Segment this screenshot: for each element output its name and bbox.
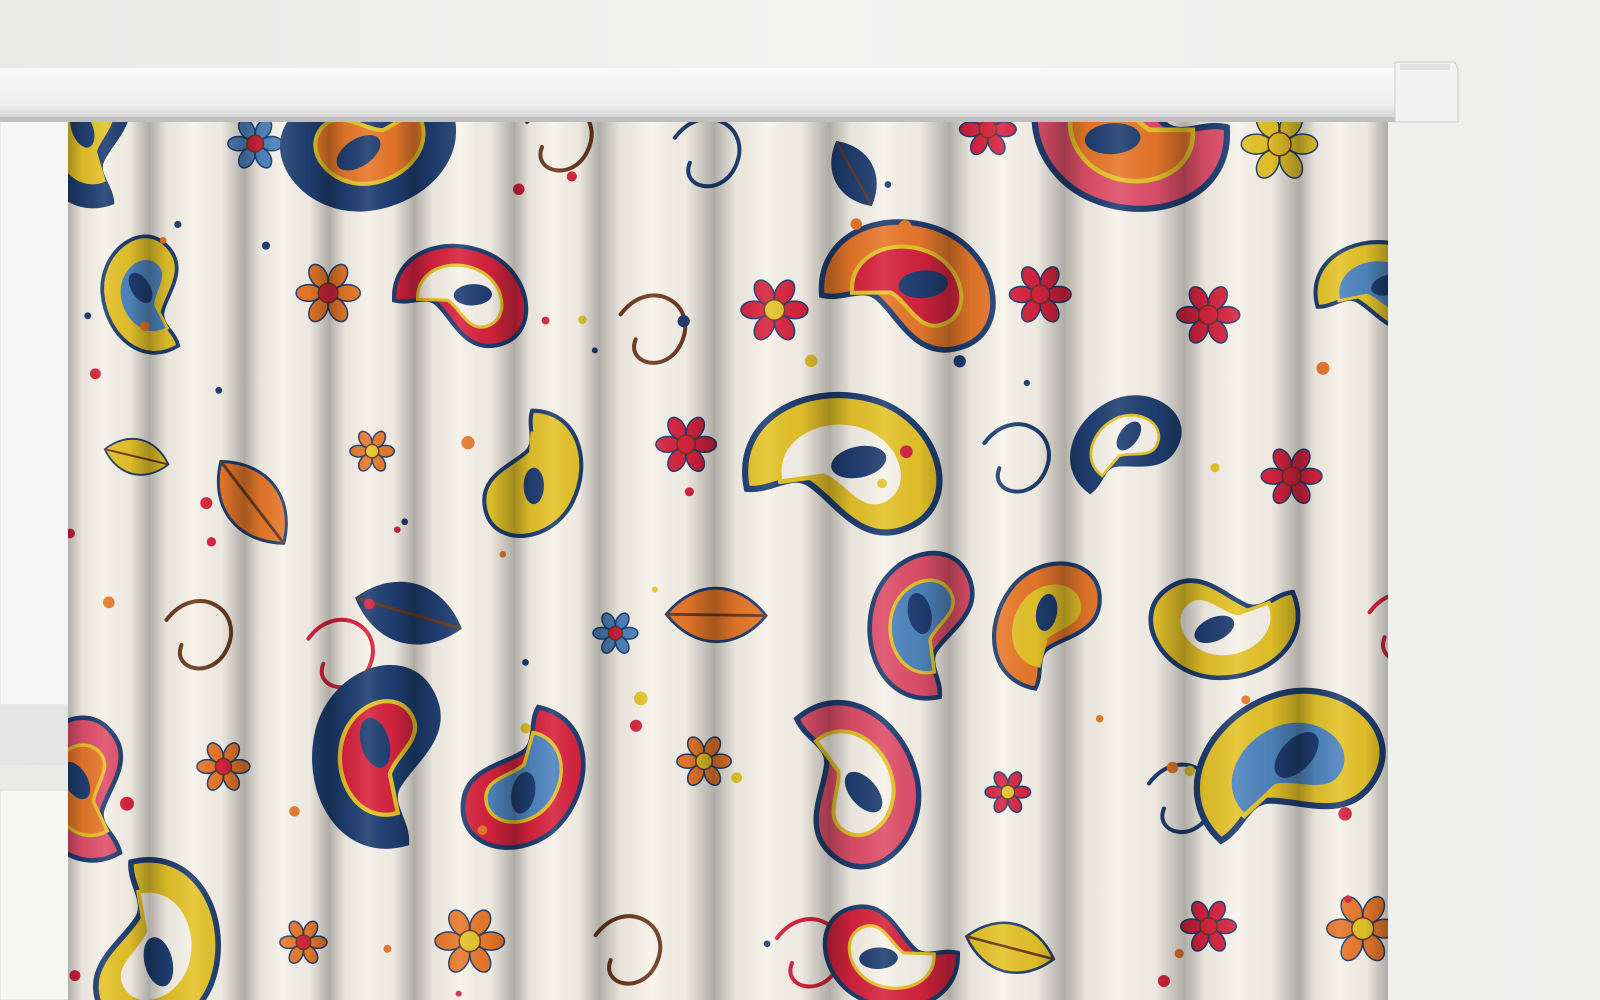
fold-shading: [150, 92, 245, 1000]
fold-shading: [68, 92, 150, 1000]
curtain-folds: [68, 92, 1388, 1000]
fold-shading: [1185, 92, 1300, 1000]
fold-shading: [830, 92, 950, 1000]
fold-shading: [330, 92, 415, 1000]
curtain-track: [0, 61, 1459, 123]
fold-shading: [1065, 92, 1185, 1000]
fold-shading: [950, 92, 1065, 1000]
fold-shading: [1300, 92, 1388, 1000]
fold-shading: [600, 92, 715, 1000]
fold-shading: [245, 92, 330, 1000]
curtain-photo: [0, 0, 1600, 1000]
fold-shading: [715, 92, 830, 1000]
fold-shading: [415, 92, 515, 1000]
curtain: [68, 92, 1388, 1000]
fold-shading: [515, 92, 600, 1000]
